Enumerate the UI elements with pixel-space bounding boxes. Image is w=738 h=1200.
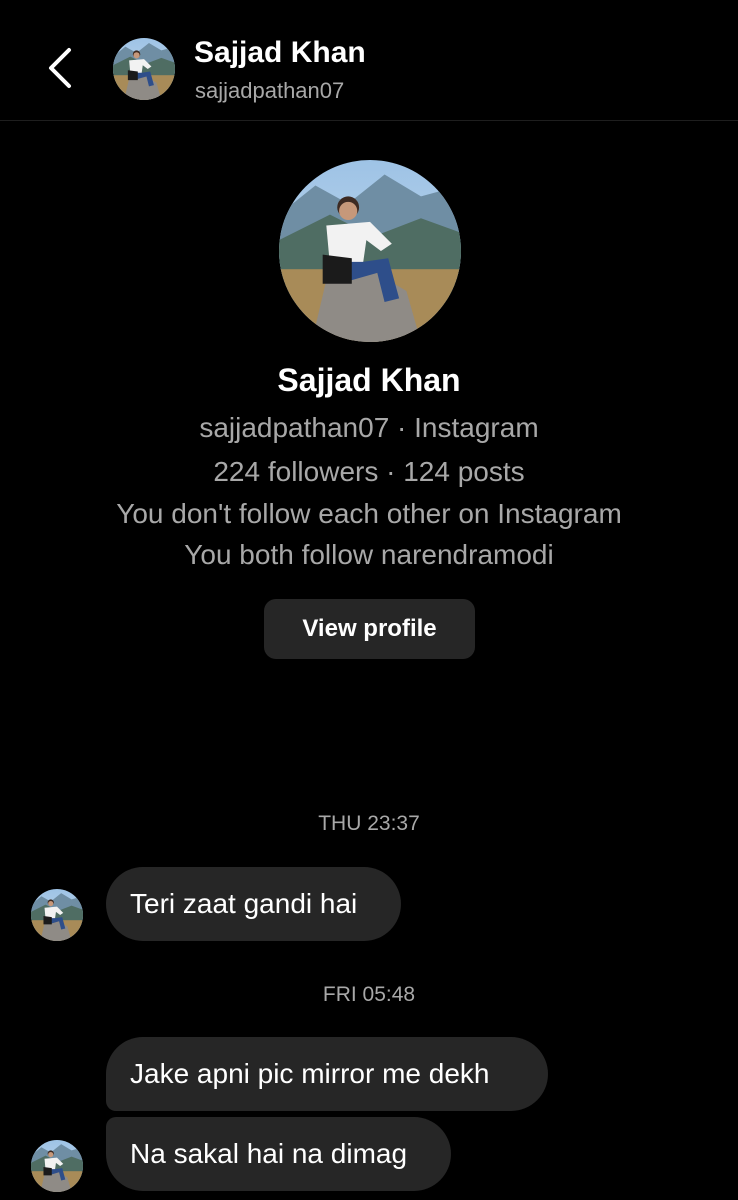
message-timestamp: THU 23:37 xyxy=(318,812,420,835)
chat-header: Sajjad Khan sajjadpathan07 xyxy=(0,0,738,121)
chevron-left-icon xyxy=(49,48,71,88)
profile-stats: 224 followers · 124 posts xyxy=(213,456,525,487)
message-bubble[interactable]: Na sakal hai na dimag xyxy=(106,1117,451,1191)
profile-username-platform: sajjadpathan07 · Instagram xyxy=(199,412,539,443)
sender-avatar[interactable] xyxy=(31,1140,83,1192)
follow-status: You don't follow each other on Instagram xyxy=(116,498,622,529)
profile-name: Sajjad Khan xyxy=(277,362,461,398)
header-avatar[interactable] xyxy=(113,38,175,100)
profile-avatar[interactable] xyxy=(279,160,461,342)
header-username[interactable]: sajjadpathan07 xyxy=(195,78,344,104)
message-bubble[interactable]: Jake apni pic mirror me dekh xyxy=(106,1037,548,1111)
message-bubble[interactable]: Teri zaat gandi hai xyxy=(106,867,401,941)
message-timestamp: FRI 05:48 xyxy=(322,983,416,1006)
back-button[interactable] xyxy=(38,40,82,96)
header-name[interactable]: Sajjad Khan xyxy=(194,36,366,70)
sender-avatar[interactable] xyxy=(31,889,83,941)
view-profile-button[interactable]: View profile xyxy=(264,599,475,659)
mutual-follow: You both follow narendramodi xyxy=(184,539,554,570)
